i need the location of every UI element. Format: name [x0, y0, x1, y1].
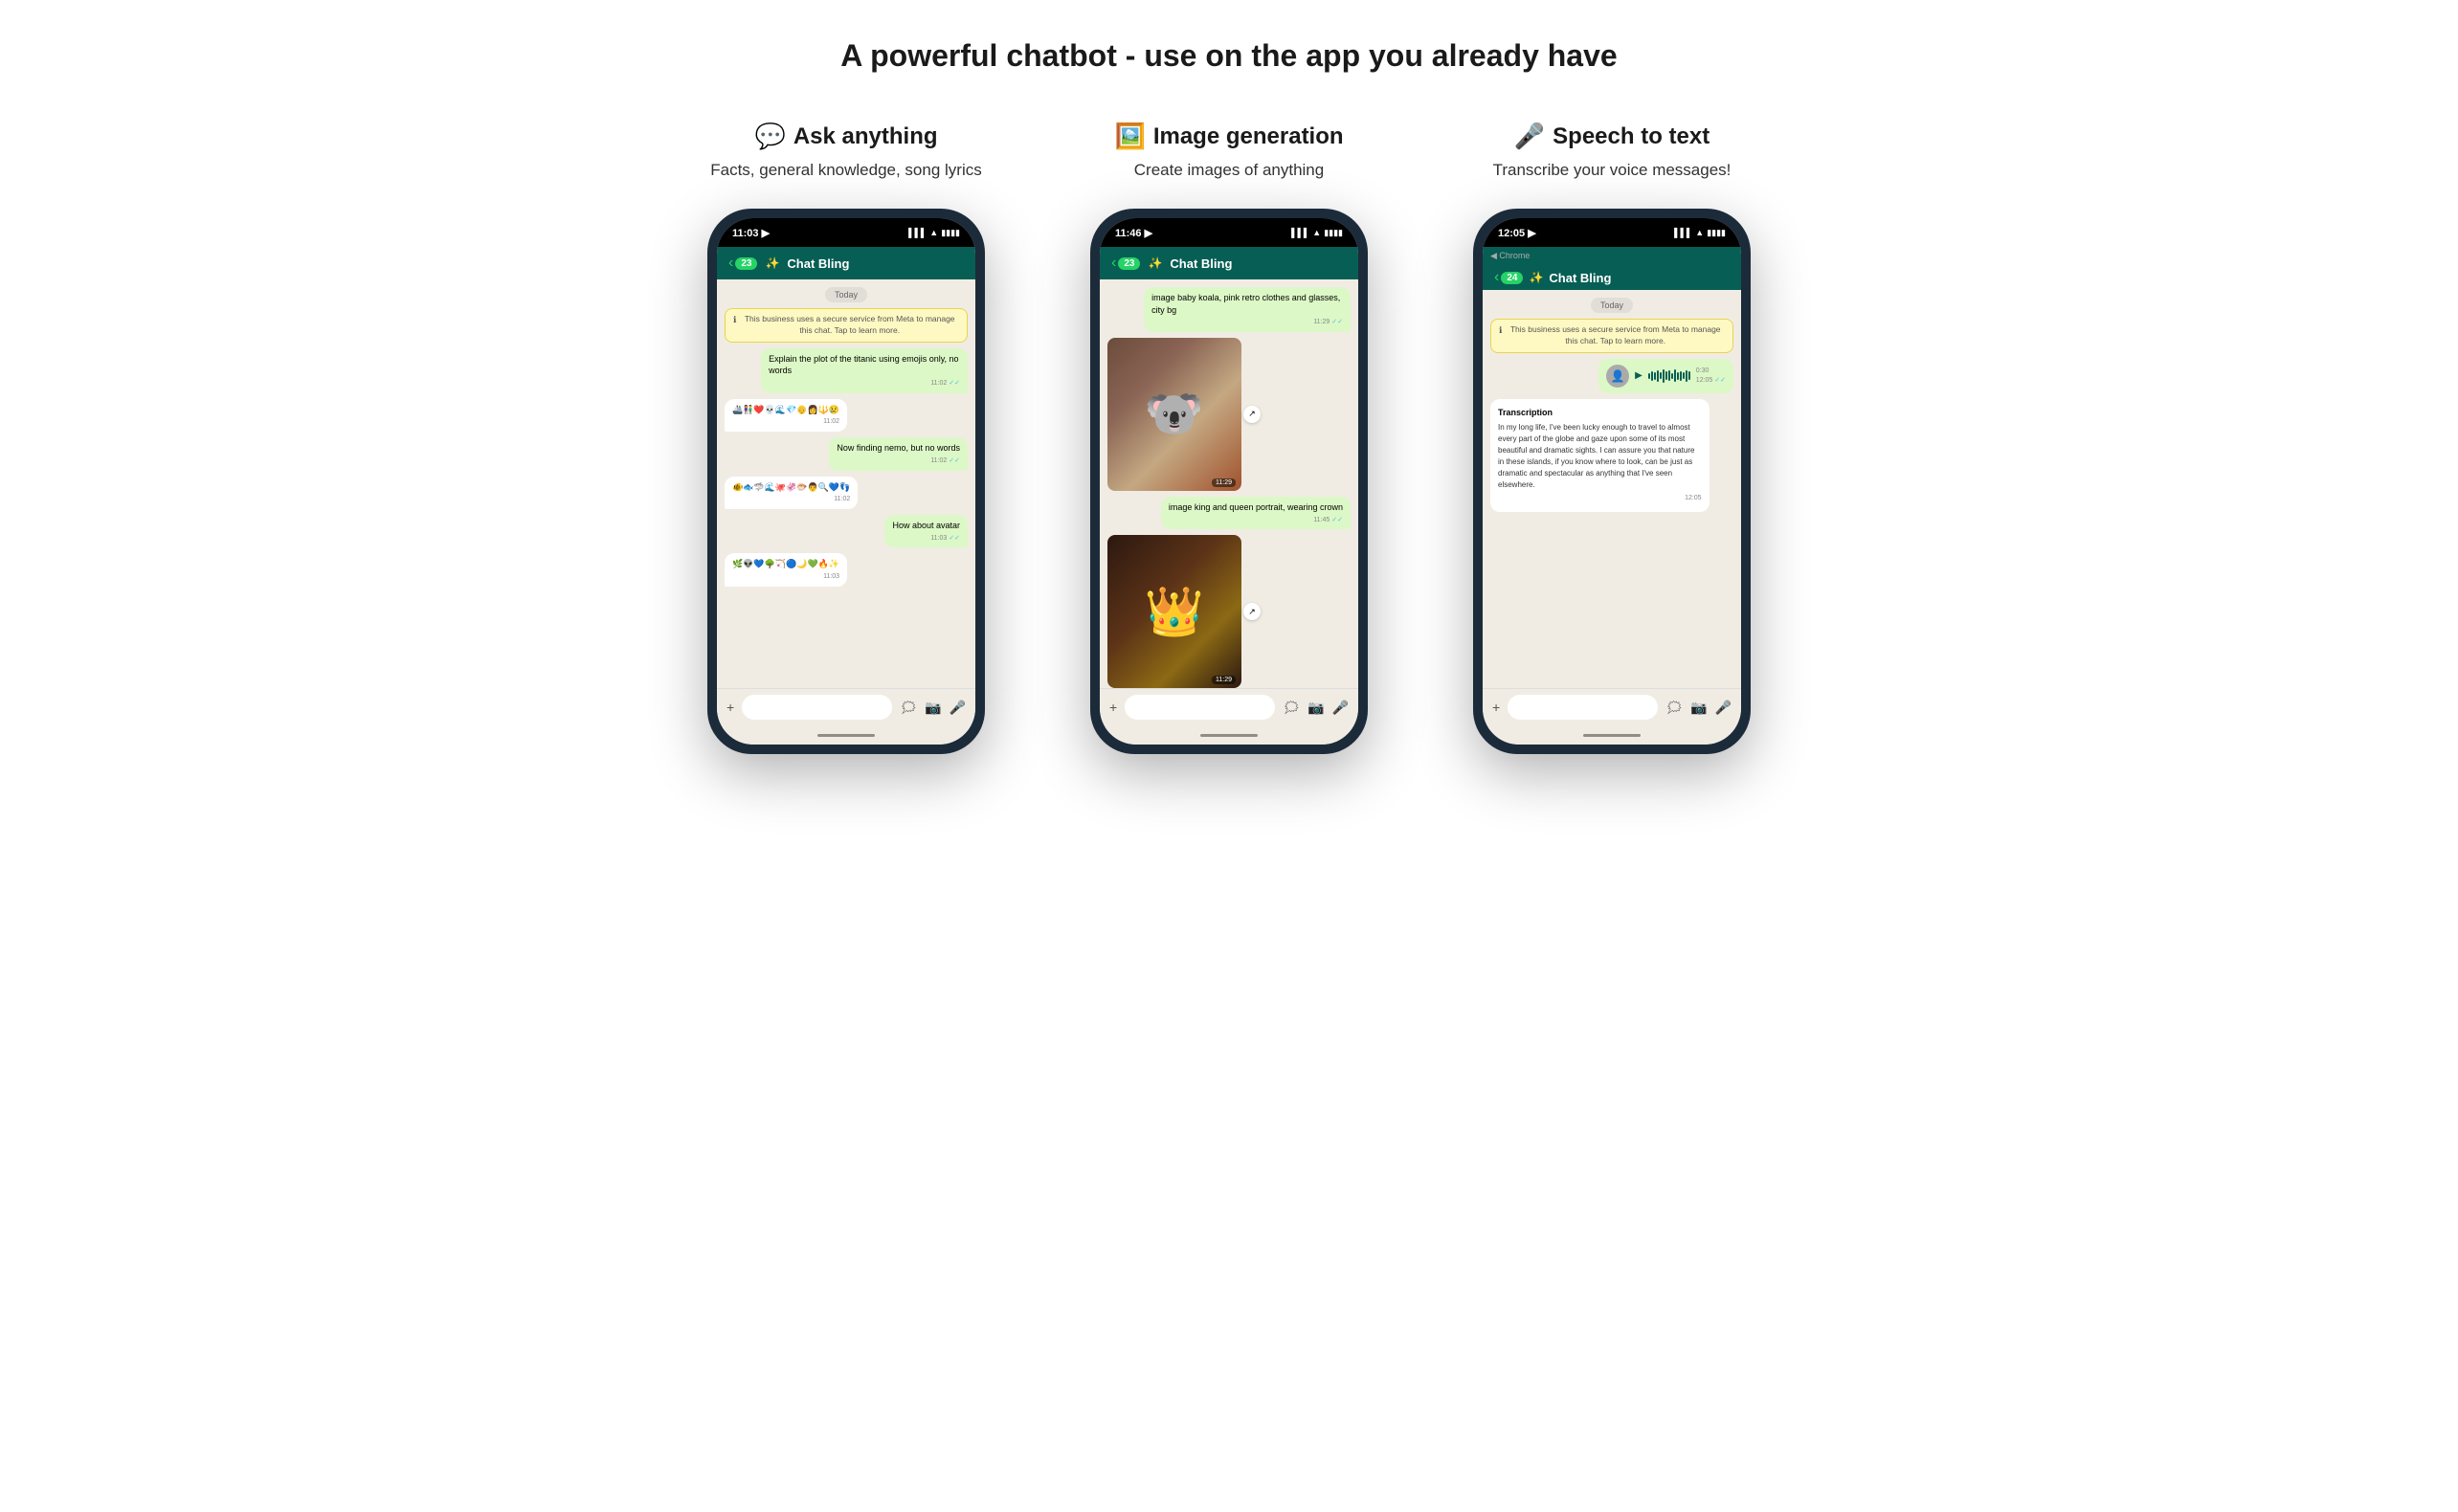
sent-bubble: How about avatar11:03 ✓✓: [884, 515, 968, 547]
received-bubble: 🌿👽💙🌳🏹🔵🌙💚🔥✨11:03: [725, 553, 847, 586]
camera-icon[interactable]: 📷: [1307, 700, 1324, 716]
status-icons-image: ▌▌▌ ▲ ▮▮▮▮: [1291, 228, 1343, 238]
date-badge: Today: [1591, 298, 1633, 313]
feature-column-ask: 💬Ask anything Facts, general knowledge, s…: [683, 122, 1009, 754]
feature-subtext-ask: Facts, general knowledge, song lyrics: [710, 161, 981, 180]
feature-subtext-image: Create images of anything: [1134, 161, 1324, 180]
home-bar-image: [1100, 725, 1358, 745]
mic-icon[interactable]: 🎤: [1715, 700, 1732, 716]
status-time-image: 11:46 ▶: [1115, 227, 1152, 239]
feature-emoji-ask: 💬: [754, 122, 785, 151]
sent-bubble: image baby koala, pink retro clothes and…: [1144, 287, 1351, 332]
voice-waveform: [1648, 369, 1690, 383]
system-message: ℹThis business uses a secure service fro…: [1490, 319, 1733, 353]
share-button[interactable]: ↗: [1243, 406, 1261, 423]
notch-image: [1181, 218, 1277, 241]
mic-icon[interactable]: 🎤: [1332, 700, 1349, 716]
wa-badge-image: 23: [1118, 257, 1140, 270]
chrome-label: ◀ Chrome: [1490, 251, 1530, 261]
sent-bubble: image king and queen portrait, wearing c…: [1161, 497, 1351, 529]
message-input[interactable]: [1125, 695, 1275, 720]
feature-subtext-speech: Transcribe your voice messages!: [1493, 161, 1732, 180]
share-button[interactable]: ↗: [1243, 603, 1261, 620]
transcription-title: Transcription: [1498, 407, 1702, 420]
chat-area-speech: Today ℹThis business uses a secure servic…: [1483, 290, 1741, 688]
voice-bubble: 👤 ▶ 0:30 12:05 ✓✓: [1598, 359, 1733, 393]
wa-back-image[interactable]: ‹ 23: [1111, 255, 1140, 272]
add-icon[interactable]: +: [726, 700, 734, 715]
transcription-time: 12:05: [1498, 494, 1702, 504]
feature-emoji-speech: 🎤: [1514, 122, 1545, 151]
status-icons-speech: ▌▌▌ ▲ ▮▮▮▮: [1674, 228, 1726, 238]
received-bubble: 🐠🐟🦈🌊🐙🦑🐡👨🔍💙👣11:02: [725, 477, 858, 509]
received-bubble: 🚢👫❤️💀🌊💎👴👩🔱😢11:02: [725, 399, 847, 432]
feature-emoji-image: 🖼️: [1114, 122, 1145, 151]
phone-ask: 11:03 ▶ ▌▌▌ ▲ ▮▮▮▮ ‹ 23 ✨ Chat Bling Tod…: [707, 209, 985, 754]
add-icon[interactable]: +: [1109, 700, 1117, 715]
notch-speech: [1564, 218, 1660, 241]
wa-title-ask: Chat Bling: [787, 256, 849, 271]
wa-bottom-speech: + 🗯 📷 🎤: [1483, 688, 1741, 725]
wa-bottom-ask: + 🗯 📷 🎤: [717, 688, 975, 725]
wa-badge-ask: 23: [735, 257, 757, 270]
image-bubble-royals: 👑11:29: [1107, 535, 1241, 688]
wa-title-image: Chat Bling: [1170, 256, 1232, 271]
chat-area-image: image baby koala, pink retro clothes and…: [1100, 279, 1358, 688]
wa-back-ask[interactable]: ‹ 23: [728, 255, 757, 272]
phone-image: 11:46 ▶ ▌▌▌ ▲ ▮▮▮▮ ‹ 23 ✨ Chat Bling ima…: [1090, 209, 1368, 754]
info-icon: ℹ: [733, 314, 736, 326]
wa-back-speech[interactable]: ‹ 24: [1494, 269, 1523, 286]
wa-header-image: ‹ 23 ✨ Chat Bling: [1100, 247, 1358, 279]
sticker-icon[interactable]: 🗯: [1665, 700, 1683, 716]
feature-heading-speech: 🎤Speech to text: [1514, 122, 1709, 151]
chat-area-ask: Today ℹThis business uses a secure servic…: [717, 279, 975, 688]
status-time-ask: 11:03 ▶: [732, 227, 770, 239]
status-time-speech: 12:05 ▶: [1498, 227, 1536, 239]
message-input[interactable]: [742, 695, 892, 720]
sent-bubble: Explain the plot of the titanic using em…: [761, 348, 968, 393]
feature-heading-image: 🖼️Image generation: [1114, 122, 1343, 151]
home-bar-speech: [1483, 725, 1741, 745]
transcription-bubble: Transcription In my long life, I've been…: [1490, 399, 1709, 512]
wa-badge-speech: 24: [1501, 272, 1523, 284]
add-icon[interactable]: +: [1492, 700, 1500, 715]
message-input[interactable]: [1508, 695, 1658, 720]
play-button[interactable]: ▶: [1635, 370, 1642, 381]
wa-bottom-image: + 🗯 📷 🎤: [1100, 688, 1358, 725]
page-title: A powerful chatbot - use on the app you …: [840, 38, 1617, 74]
feature-columns: 💬Ask anything Facts, general knowledge, s…: [655, 122, 1803, 754]
mic-icon[interactable]: 🎤: [950, 700, 966, 716]
sent-bubble: Now finding nemo, but no words11:02 ✓✓: [829, 437, 968, 470]
system-message: ℹThis business uses a secure service fro…: [725, 308, 968, 343]
feature-heading-ask: 💬Ask anything: [754, 122, 937, 151]
home-bar-ask: [717, 725, 975, 745]
transcription-text: In my long life, I've been lucky enough …: [1498, 422, 1702, 491]
phone-speech: 12:05 ▶ ▌▌▌ ▲ ▮▮▮▮ ◀ Chrome ‹ 24 ✨ Chat …: [1473, 209, 1751, 754]
feature-column-image: 🖼️Image generation Create images of anyth…: [1066, 122, 1392, 754]
feature-column-speech: 🎤Speech to text Transcribe your voice mes…: [1449, 122, 1775, 754]
camera-icon[interactable]: 📷: [925, 700, 941, 716]
date-badge: Today: [825, 287, 867, 302]
sticker-icon[interactable]: 🗯: [1283, 700, 1300, 716]
voice-duration: 0:30: [1696, 367, 1726, 374]
sticker-icon[interactable]: 🗯: [900, 700, 917, 716]
notch-ask: [798, 218, 894, 241]
wa-title-speech: Chat Bling: [1549, 271, 1611, 285]
info-icon: ℹ: [1499, 324, 1502, 337]
camera-icon[interactable]: 📷: [1690, 700, 1707, 716]
image-bubble-koala: 🐨11:29: [1107, 338, 1241, 491]
voice-avatar: 👤: [1606, 365, 1629, 388]
wa-header-ask: ‹ 23 ✨ Chat Bling: [717, 247, 975, 279]
wa-header-speech: ◀ Chrome ‹ 24 ✨ Chat Bling: [1483, 247, 1741, 290]
status-icons-ask: ▌▌▌ ▲ ▮▮▮▮: [908, 228, 960, 238]
